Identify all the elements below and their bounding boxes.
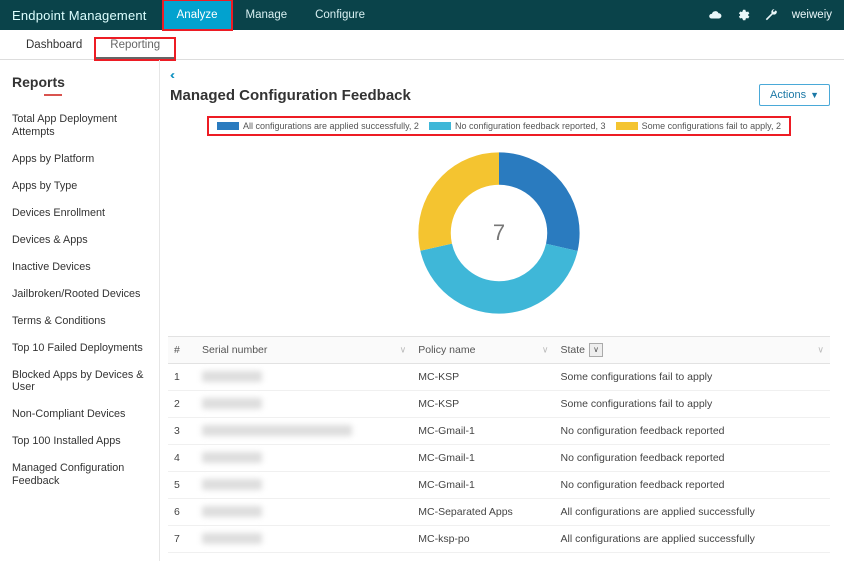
cell-index: 5 [168, 472, 196, 499]
wrench-icon[interactable] [764, 8, 778, 22]
cell-state: Some configurations fail to apply [555, 391, 831, 418]
cell-policy: MC-ksp-po [412, 526, 554, 553]
cell-policy: MC-Separated Apps [412, 499, 554, 526]
th-state[interactable]: State∨∨ [555, 337, 831, 364]
sub-nav: Dashboard Reporting [0, 30, 844, 60]
sidebar-item[interactable]: Apps by Platform [12, 146, 149, 173]
legend-item: No configuration feedback reported, 3 [429, 121, 606, 131]
collapse-sidebar-icon[interactable]: ‹‹ [170, 68, 830, 82]
user-menu[interactable]: weiweiy [792, 9, 832, 21]
cell-policy: MC-Gmail-1 [412, 418, 554, 445]
sort-icon: ∨ [542, 345, 549, 356]
sidebar-item[interactable]: Devices & Apps [12, 227, 149, 254]
cell-policy: MC-Gmail-1 [412, 472, 554, 499]
table-row[interactable]: 7xMC-ksp-poAll configurations are applie… [168, 526, 830, 553]
results-table: # Serial number∨ Policy name∨ State∨∨ 1x… [168, 336, 830, 553]
cell-index: 1 [168, 364, 196, 391]
legend-swatch [217, 122, 239, 130]
cell-serial: x [196, 499, 412, 526]
sidebar-item[interactable]: Top 10 Failed Deployments [12, 335, 149, 362]
cell-policy: MC-KSP [412, 391, 554, 418]
sidebar-item[interactable]: Terms & Conditions [12, 308, 149, 335]
sidebar-item[interactable]: Blocked Apps by Devices & User [12, 362, 149, 402]
legend-item: All configurations are applied successfu… [217, 121, 419, 131]
donut-chart: 7 [414, 148, 584, 318]
cell-index: 4 [168, 445, 196, 472]
table-row[interactable]: 3xMC-Gmail-1No configuration feedback re… [168, 418, 830, 445]
subtab-dashboard[interactable]: Dashboard [12, 39, 96, 59]
sidebar-item[interactable]: Top 100 Installed Apps [12, 428, 149, 455]
cell-serial: x [196, 364, 412, 391]
legend-label: Some configurations fail to apply, 2 [642, 121, 781, 131]
table-row[interactable]: 2xMC-KSPSome configurations fail to appl… [168, 391, 830, 418]
donut-center-total: 7 [414, 148, 584, 318]
sidebar-item[interactable]: Apps by Type [12, 173, 149, 200]
cell-state: No configuration feedback reported [555, 445, 831, 472]
th-serial[interactable]: Serial number∨ [196, 337, 412, 364]
cell-policy: MC-KSP [412, 364, 554, 391]
sidebar-heading: Reports [12, 74, 149, 90]
sidebar: Reports Total App Deployment AttemptsApp… [0, 60, 160, 561]
main-pane: ‹‹ Managed Configuration Feedback Action… [160, 60, 844, 561]
table-row[interactable]: 4xMC-Gmail-1No configuration feedback re… [168, 445, 830, 472]
cell-index: 6 [168, 499, 196, 526]
brand-label: Endpoint Management [12, 8, 147, 23]
sidebar-item[interactable]: Inactive Devices [12, 254, 149, 281]
cell-state: Some configurations fail to apply [555, 364, 831, 391]
sidebar-item[interactable]: Non-Compliant Devices [12, 401, 149, 428]
cloud-icon[interactable] [708, 8, 722, 22]
top-nav: Analyze Manage Configure [163, 0, 379, 30]
sidebar-item[interactable]: Managed Configuration Feedback [12, 455, 149, 495]
sidebar-item[interactable]: Total App Deployment Attempts [12, 106, 149, 146]
sidebar-item[interactable]: Jailbroken/Rooted Devices [12, 281, 149, 308]
page-title: Managed Configuration Feedback [170, 87, 411, 104]
table-row[interactable]: 6xMC-Separated AppsAll configurations ar… [168, 499, 830, 526]
legend-swatch [616, 122, 638, 130]
cell-serial: x [196, 418, 412, 445]
actions-label: Actions [770, 89, 806, 101]
caret-down-icon: ▼ [810, 90, 819, 100]
cell-serial: x [196, 472, 412, 499]
cell-state: All configurations are applied successfu… [555, 499, 831, 526]
legend-label: No configuration feedback reported, 3 [455, 121, 606, 131]
cell-serial: x [196, 526, 412, 553]
cell-serial: x [196, 445, 412, 472]
th-index[interactable]: # [168, 337, 196, 364]
table-row[interactable]: 1xMC-KSPSome configurations fail to appl… [168, 364, 830, 391]
cell-index: 2 [168, 391, 196, 418]
actions-button[interactable]: Actions ▼ [759, 84, 830, 106]
table-row[interactable]: 5xMC-Gmail-1No configuration feedback re… [168, 472, 830, 499]
cell-policy: MC-Gmail-1 [412, 445, 554, 472]
top-right: weiweiy [708, 8, 832, 22]
topnav-analyze[interactable]: Analyze [163, 0, 232, 30]
top-bar: Endpoint Management Analyze Manage Confi… [0, 0, 844, 30]
legend-label: All configurations are applied successfu… [243, 121, 419, 131]
subtab-reporting[interactable]: Reporting [96, 39, 174, 59]
sidebar-item[interactable]: Devices Enrollment [12, 200, 149, 227]
topnav-manage[interactable]: Manage [232, 0, 302, 30]
cell-state: All configurations are applied successfu… [555, 526, 831, 553]
cell-index: 3 [168, 418, 196, 445]
th-policy[interactable]: Policy name∨ [412, 337, 554, 364]
state-filter-dropdown[interactable]: ∨ [589, 343, 603, 357]
sort-icon: ∨ [400, 345, 407, 356]
cell-state: No configuration feedback reported [555, 472, 831, 499]
chart-legend: All configurations are applied successfu… [207, 116, 791, 136]
legend-swatch [429, 122, 451, 130]
sidebar-underline [44, 94, 62, 96]
cell-serial: x [196, 391, 412, 418]
cell-index: 7 [168, 526, 196, 553]
topnav-configure[interactable]: Configure [301, 0, 379, 30]
cell-state: No configuration feedback reported [555, 418, 831, 445]
sort-icon: ∨ [817, 345, 824, 356]
gear-icon[interactable] [736, 8, 750, 22]
legend-item: Some configurations fail to apply, 2 [616, 121, 781, 131]
